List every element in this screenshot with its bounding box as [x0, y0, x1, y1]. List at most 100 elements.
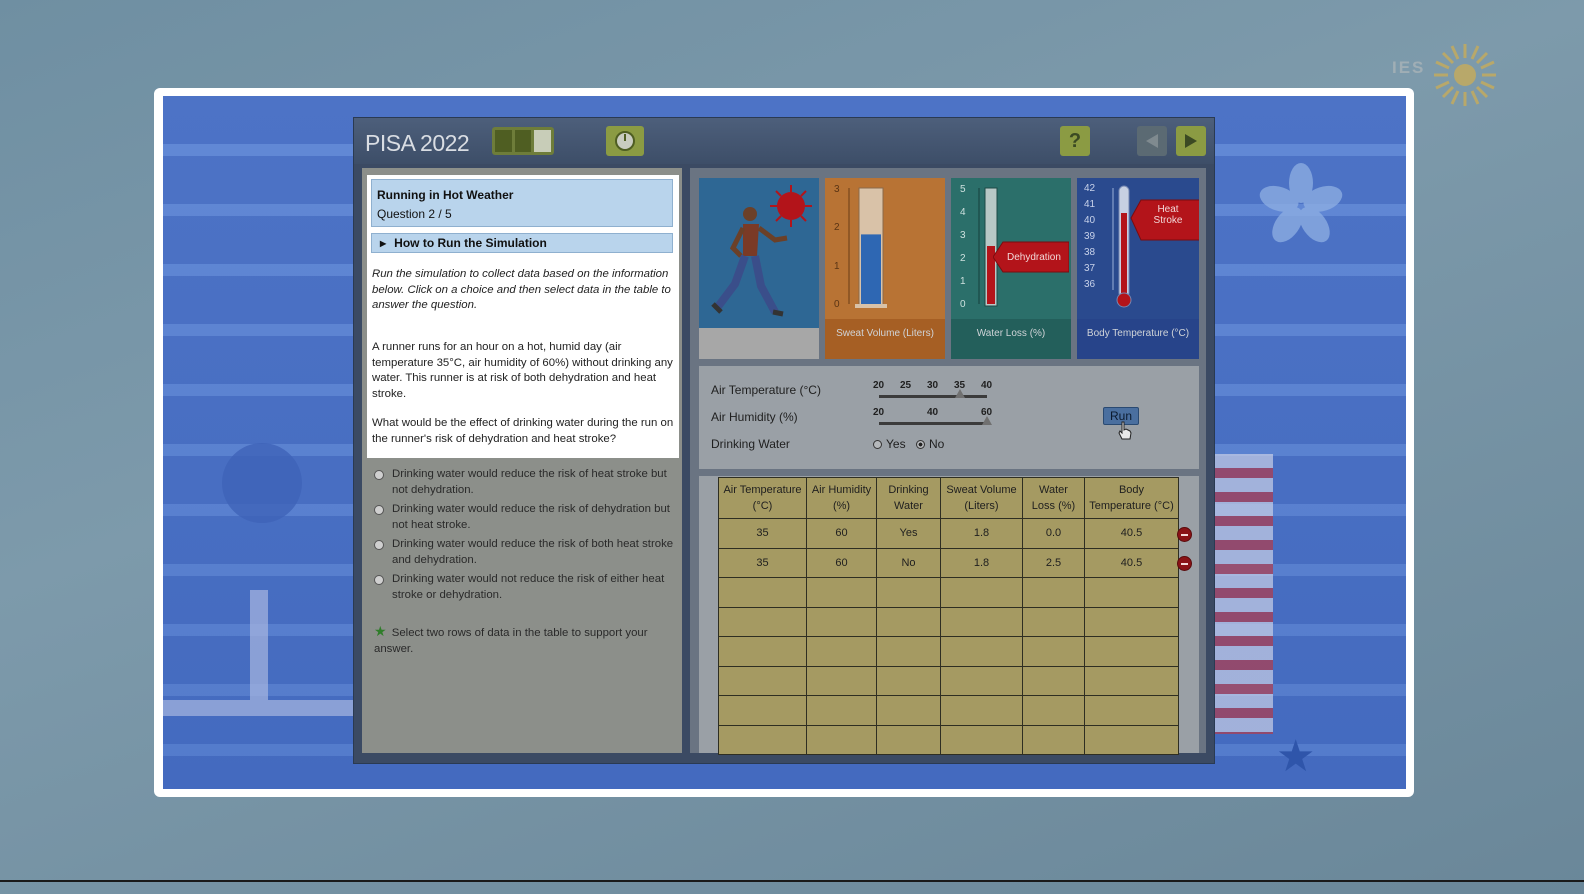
sun-icon [1434, 44, 1496, 106]
flag-circle-decoration [222, 443, 302, 523]
table-cell [876, 577, 941, 608]
timer-button[interactable] [606, 126, 644, 156]
table-row[interactable] [718, 724, 1179, 755]
table-cell [1084, 606, 1179, 637]
col-header-sweat-volume: Sweat Volume (Liters) [940, 477, 1023, 519]
table-cell [876, 695, 941, 726]
thermometer-icon [1112, 185, 1199, 308]
answer-radio[interactable] [374, 470, 384, 480]
answer-radio[interactable] [374, 540, 384, 550]
drinking-water-no-option[interactable]: No [916, 437, 944, 451]
how-to-run-label: How to Run the Simulation [394, 236, 547, 250]
water-tick-0: 0 [960, 299, 966, 310]
table-cell [940, 577, 1023, 608]
answer-option[interactable]: Drinking water would reduce the risk of … [374, 502, 674, 537]
table-cell [940, 695, 1023, 726]
air-temp-tick: 25 [900, 380, 912, 391]
answer-option-label: Drinking water would reduce the risk of … [392, 503, 670, 531]
answer-option[interactable]: Drinking water would reduce the risk of … [374, 537, 674, 572]
hand-cursor-icon [1118, 421, 1132, 440]
sweat-volume-gauge: 3 2 1 0 Sweat Volume (Liters) [825, 178, 945, 359]
answer-option-label: Drinking water would reduce the risk of … [392, 468, 667, 496]
body-temperature-label: Body Temperature (°C) [1077, 319, 1199, 359]
table-cell [1084, 577, 1179, 608]
drinking-water-yes-label: Yes [886, 437, 906, 451]
runner-scene [699, 178, 819, 359]
table-cell: 2.5 [1022, 547, 1085, 578]
remove-row-button[interactable] [1177, 556, 1192, 571]
table-cell [940, 724, 1023, 755]
table-cell [718, 724, 807, 755]
col-header-air-humidity: Air Humidity (%) [806, 477, 877, 519]
previous-arrow-icon [1146, 134, 1158, 148]
app-header: PISA 2022 ? [354, 118, 1214, 164]
table-row[interactable] [718, 695, 1179, 726]
drinking-water-label: Drinking Water [711, 437, 790, 451]
table-cell [1022, 606, 1085, 637]
table-cell [940, 665, 1023, 696]
table-cell [1022, 695, 1085, 726]
table-cell [806, 606, 877, 637]
table-cell: 60 [806, 547, 877, 578]
air-humidity-slider-thumb[interactable] [982, 416, 992, 425]
sweat-tick-2: 2 [834, 222, 840, 233]
question-number: Question 2 / 5 [377, 207, 452, 221]
table-cell: Yes [876, 518, 941, 549]
question-prompt: What would be the effect of drinking wat… [372, 417, 674, 445]
air-temperature-label: Air Temperature (°C) [711, 383, 821, 397]
remove-row-button[interactable] [1177, 527, 1192, 542]
table-row[interactable] [718, 665, 1179, 696]
air-humidity-slider[interactable] [879, 422, 987, 425]
table-row[interactable]: 35 60 Yes 1.8 0.0 40.5 [718, 518, 1179, 549]
answer-options: Drinking water would reduce the risk of … [374, 467, 674, 607]
drinking-water-yes-option[interactable]: Yes [873, 437, 906, 451]
table-header-row: Air Temperature (°C) Air Humidity (%) Dr… [718, 477, 1179, 519]
table-cell [1084, 724, 1179, 755]
question-title: Running in Hot Weather [377, 188, 514, 202]
body-temperature-gauge: 42 41 40 39 38 37 36 Heat Stroke Body Te… [1077, 178, 1199, 359]
flag-stripes-decoration [1213, 454, 1273, 734]
support-instruction-text: Select two rows of data in the table to … [374, 627, 648, 655]
air-humidity-label: Air Humidity (%) [711, 410, 798, 424]
progress-indicator[interactable] [492, 127, 554, 155]
sweat-tick-0: 0 [834, 299, 840, 310]
sweat-volume-label: Sweat Volume (Liters) [825, 319, 945, 359]
previous-button[interactable] [1137, 126, 1167, 156]
table-row[interactable] [718, 606, 1179, 637]
table-cell [876, 665, 941, 696]
temp-tick-38: 38 [1084, 247, 1096, 258]
drinking-water-no-radio[interactable] [916, 440, 925, 449]
question-intro: Run the simulation to collect data based… [372, 268, 671, 311]
star-icon: ★ [374, 623, 387, 639]
table-cell: 60 [806, 518, 877, 549]
col-header-water-loss: Water Loss (%) [1022, 477, 1085, 519]
table-row[interactable] [718, 636, 1179, 667]
table-cell [1022, 724, 1085, 755]
measuring-cylinder-icon [848, 187, 887, 308]
support-instruction: ★ Select two rows of data in the table t… [374, 623, 674, 657]
runner-figure-icon [711, 207, 788, 317]
table-cell [1022, 636, 1085, 667]
help-button[interactable]: ? [1060, 126, 1090, 156]
temp-tick-42: 42 [1084, 183, 1096, 194]
answer-option[interactable]: Drinking water would not reduce the risk… [374, 572, 674, 607]
progress-segment-current [534, 130, 552, 152]
air-temperature-slider-thumb[interactable] [955, 389, 965, 398]
answer-option[interactable]: Drinking water would reduce the risk of … [374, 467, 674, 502]
table-cell [806, 577, 877, 608]
next-button[interactable] [1176, 126, 1206, 156]
table-cell [806, 695, 877, 726]
table-row[interactable]: 35 60 No 1.8 2.5 40.5 [718, 547, 1179, 578]
table-cell [876, 606, 941, 637]
how-to-run-toggle[interactable]: ▶ How to Run the Simulation [371, 233, 673, 253]
question-panel: Running in Hot Weather Question 2 / 5 ▶ H… [362, 168, 682, 753]
air-temperature-slider[interactable] [879, 395, 987, 398]
question-card: Running in Hot Weather Question 2 / 5 ▶ H… [367, 175, 679, 458]
table-cell [718, 665, 807, 696]
drinking-water-yes-radio[interactable] [873, 440, 882, 449]
flag-cross-decoration-horizontal [163, 700, 363, 716]
table-row[interactable] [718, 577, 1179, 608]
simulation-visuals: 3 2 1 0 Sweat Volume (Liters) 5 4 3 2 1 … [699, 178, 1199, 359]
answer-radio[interactable] [374, 575, 384, 585]
answer-radio[interactable] [374, 505, 384, 515]
